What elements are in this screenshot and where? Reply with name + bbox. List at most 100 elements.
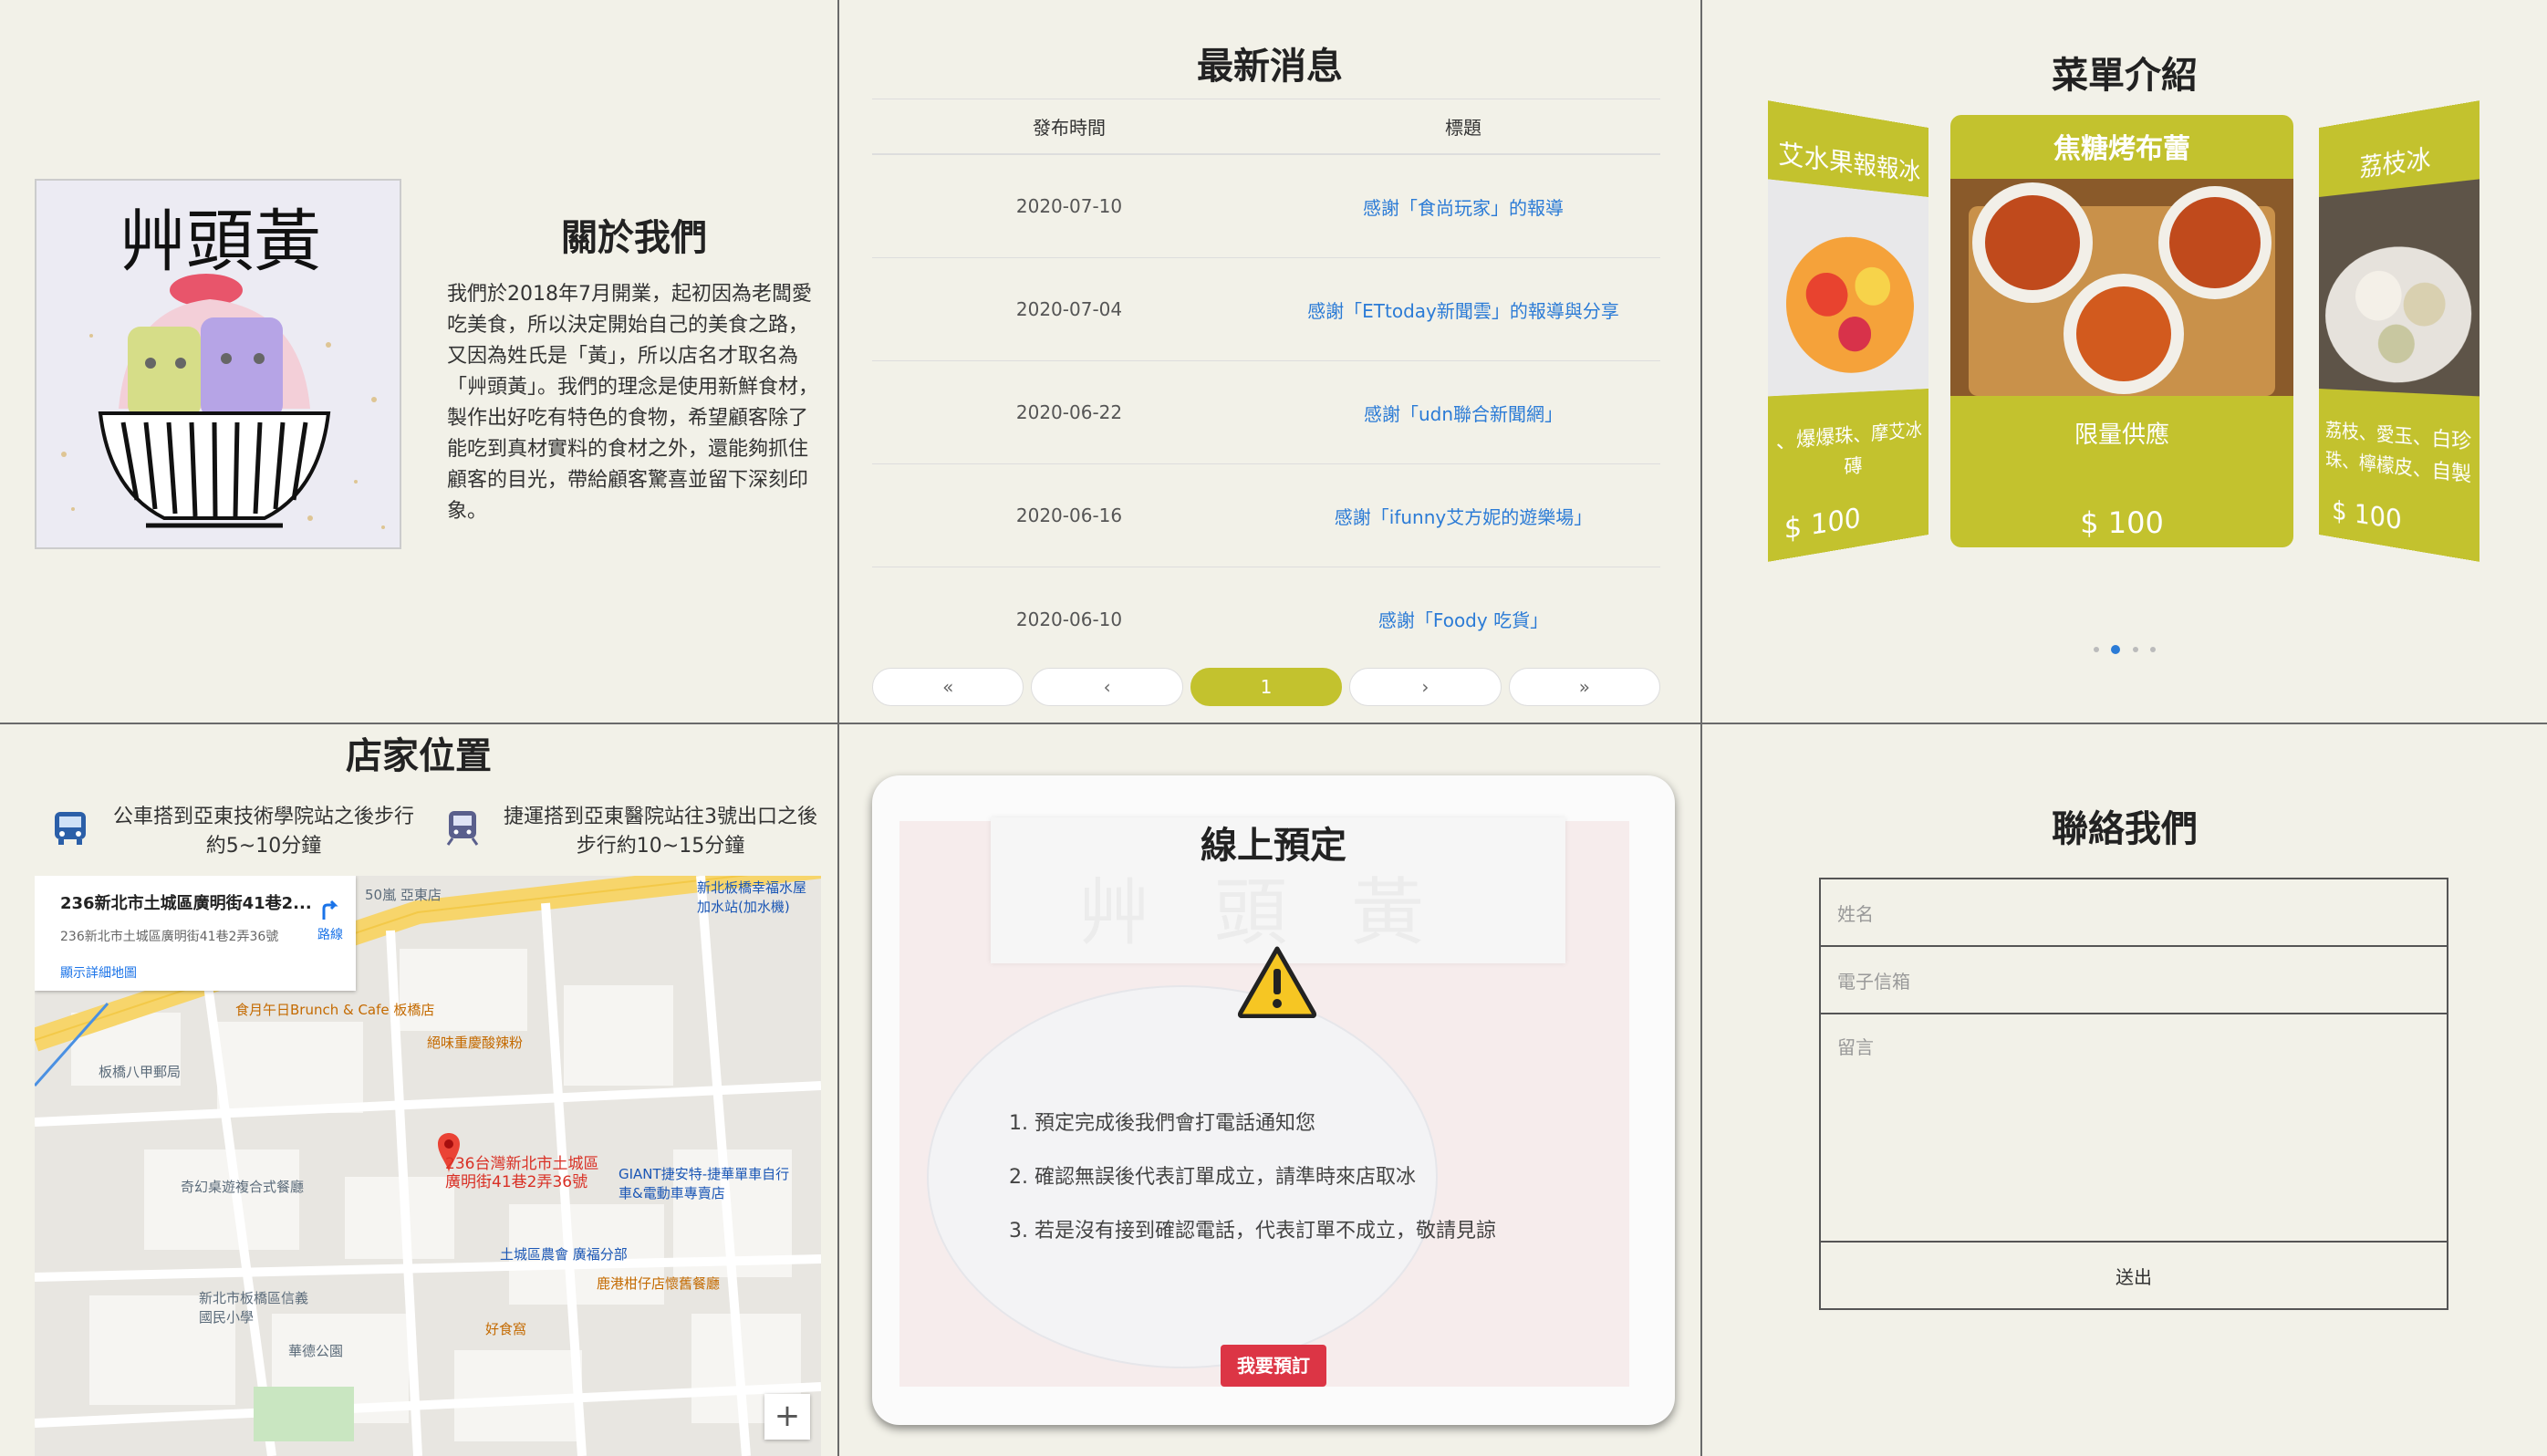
- contact-title: 聯絡我們: [2052, 808, 2198, 850]
- warning-icon: [1237, 946, 1317, 1018]
- map-poi-label: 新北市板橋區信義國民小學: [199, 1290, 309, 1326]
- contact-section: 聯絡我們 姓名 電子信箱 留言 送出: [1702, 724, 2547, 1456]
- menu-card-desc: 限量供應: [2074, 421, 2169, 449]
- booking-note: 3. 若是沒有接到確認電話，代表訂單不成立，敬請見諒: [1009, 1220, 1496, 1243]
- map-poi-label: 新北板橋幸福水屋加水站(加水機): [697, 879, 807, 915]
- directions-icon: [322, 900, 338, 920]
- news-section: 最新消息 發布時間 標題 2020-07-10 感謝「食尚玩家」的報導 2020…: [839, 0, 1700, 723]
- table-row: 2020-07-10 感謝「食尚玩家」的報導: [872, 155, 1660, 258]
- news-date: 2020-07-10: [1015, 195, 1123, 217]
- menu-title: 菜單介紹: [2052, 55, 2198, 97]
- map-card-larger-map-link[interactable]: 顯示詳細地圖: [60, 963, 330, 982]
- pagination: « ‹ 1 › »: [872, 668, 1661, 706]
- about-text: 我們於2018年7月開業，起初因為老闆愛吃美食，所以決定開始自己的美食之路，又因…: [447, 283, 819, 523]
- menu-card-active[interactable]: 焦糖烤布蕾 限量供應 $ 100: [1950, 115, 2293, 547]
- map-pin-label: 236台灣新北市土城區廣明街41巷2弄36號: [445, 1155, 599, 1191]
- news-date: 2020-06-22: [1015, 401, 1123, 423]
- booking-note: 2. 確認無誤後代表訂單成立，請準時來店取冰: [1009, 1166, 1416, 1189]
- menu-card-photo: [2319, 179, 2480, 397]
- pagination-first-button[interactable]: «: [872, 668, 1024, 706]
- menu-card-name: 荔枝冰: [2359, 144, 2431, 183]
- carousel-dot[interactable]: [2149, 647, 2156, 652]
- map-poi-label: 鹿港柑仔店懷舊餐廳: [597, 1275, 721, 1292]
- about-title: 關於我們: [561, 217, 707, 259]
- bus-icon: [55, 812, 86, 845]
- carousel-dot-active[interactable]: [2111, 645, 2121, 654]
- news-title-link[interactable]: 感謝「Foody 吃貨」: [1266, 606, 1660, 632]
- booking-section: 艸頭黃 線上預定 1. 預定完成後我們會打電話通知您 2. 確認無誤後代表訂單成…: [839, 724, 1700, 1456]
- map-directions-label: 路線: [317, 928, 343, 942]
- map-card-title: 236新北市土城區廣明街41巷2...: [60, 894, 312, 913]
- menu-card-price: $ 100: [1783, 502, 1861, 546]
- menu-card-desc: 、爆爆珠、摩艾冰磚: [1775, 418, 1922, 479]
- carousel-dot[interactable]: [2094, 647, 2100, 652]
- map-poi-label: 土城區農會 廣福分部: [500, 1246, 628, 1263]
- booking-card: 艸頭黃 線上預定 1. 預定完成後我們會打電話通知您 2. 確認無誤後代表訂單成…: [872, 775, 1675, 1425]
- pagination-prev-button[interactable]: ‹: [1031, 668, 1183, 706]
- menu-card-right[interactable]: 荔枝冰 荔枝、愛玉、白珍珠、檸檬皮、自製 $ 100: [2319, 100, 2480, 562]
- menu-card-photo: [1767, 179, 1928, 397]
- carousel-dot[interactable]: [2132, 647, 2138, 652]
- map-poi-label: 食月午日Brunch & Cafe 板橋店: [235, 1002, 435, 1018]
- map-card-address: 236新北市土城區廣明街41巷2弄36號: [60, 930, 279, 944]
- news-date: 2020-06-10: [1015, 608, 1123, 630]
- email-field[interactable]: 電子信箱: [1819, 945, 2448, 1014]
- map-poi-label: 50嵐 亞東店: [365, 887, 442, 903]
- menu-card-price: $ 100: [2332, 494, 2402, 536]
- name-field[interactable]: 姓名: [1819, 878, 2448, 947]
- map-poi-label: 板橋八甲郵局: [99, 1064, 182, 1080]
- svg-text:艸頭黃: 艸頭黃: [119, 203, 321, 281]
- menu-card-left[interactable]: 艾水果報報冰 、爆爆珠、摩艾冰磚 $ 100: [1767, 100, 1928, 562]
- submit-button[interactable]: 送出: [1819, 1241, 2448, 1310]
- menu-card-photo: [1950, 179, 2293, 396]
- news-table-header: 發布時間 標題: [872, 99, 1660, 155]
- book-now-button[interactable]: 我要預訂: [1221, 1345, 1326, 1387]
- booking-notes: 1. 預定完成後我們會打電話通知您 2. 確認無誤後代表訂單成立，請準時來店取冰…: [1009, 1097, 1496, 1258]
- map-info-card: 236新北市土城區廣明街41巷2... 236新北市土城區廣明街41巷2弄36號…: [35, 876, 356, 991]
- menu-card-name: 艾水果報報冰: [1778, 139, 1921, 187]
- map-directions-button[interactable]: 路線: [317, 898, 343, 943]
- mrt-directions: 捷運搭到亞東醫院站往3號出口之後步行約10~15分鐘: [443, 803, 825, 861]
- pagination-next-button[interactable]: ›: [1349, 668, 1502, 706]
- map-poi-label: GIANT捷安特-捷華單車自行車&電動車專賣店: [619, 1166, 790, 1201]
- news-title-link[interactable]: 感謝「ifunny艾方妮的遊樂場」: [1266, 503, 1660, 529]
- bus-directions-text: 公車搭到亞東技術學院站之後步行約5~10分鐘: [112, 806, 414, 858]
- table-row: 2020-06-22 感謝「udn聯合新聞網」: [872, 361, 1660, 464]
- table-row: 2020-06-16 感謝「ifunny艾方妮的遊樂場」: [872, 464, 1660, 567]
- news-date: 2020-07-04: [1015, 298, 1123, 320]
- news-table: 發布時間 標題 2020-07-10 感謝「食尚玩家」的報導 2020-07-0…: [872, 99, 1660, 671]
- pagination-page-button[interactable]: 1: [1190, 668, 1343, 706]
- booking-watermark: 艸頭黃: [1077, 870, 1488, 955]
- table-row: 2020-06-10 感謝「Foody 吃貨」: [872, 567, 1660, 671]
- booking-note: 1. 預定完成後我們會打電話通知您: [1009, 1112, 1315, 1135]
- map-poi-label: 絕味重慶酸辣粉: [427, 1035, 524, 1051]
- metro-icon: [446, 811, 479, 846]
- map-poi-label: 華德公園: [288, 1343, 344, 1359]
- menu-card-price: $ 100: [2080, 505, 2164, 540]
- news-title-link[interactable]: 感謝「udn聯合新聞網」: [1266, 400, 1660, 426]
- news-date: 2020-06-16: [1015, 504, 1123, 526]
- about-logo-image: 艸頭黃: [35, 179, 401, 549]
- column-header-title: 標題: [1445, 117, 1481, 139]
- bus-directions: 公車搭到亞東技術學院站之後步行約5~10分鐘: [51, 803, 423, 861]
- pagination-last-button[interactable]: »: [1508, 668, 1661, 706]
- map-poi-label: 好食窩: [485, 1321, 527, 1337]
- column-header-date: 發布時間: [1033, 117, 1106, 139]
- embedded-map[interactable]: 食月午日Brunch & Cafe 板橋店 絕味重慶酸辣粉 板橋八甲郵局 奇幻桌…: [35, 876, 821, 1456]
- menu-section: 菜單介紹 艾水果報報冰 、爆爆珠、摩艾冰磚 $ 100 焦糖烤布蕾 限量供應 $…: [1702, 0, 2547, 723]
- booking-title: 線上預定: [1201, 825, 1346, 867]
- location-title: 店家位置: [346, 735, 492, 777]
- carousel-indicators: [1702, 639, 2547, 656]
- about-section: 艸頭黃 關於我們 我們於2018年7月開業，起初因為老闆愛吃美食，所以決定開始自…: [0, 0, 837, 723]
- map-poi-label: 奇幻桌遊複合式餐廳: [181, 1179, 305, 1195]
- news-title-link[interactable]: 感謝「食尚玩家」的報導: [1266, 193, 1660, 220]
- map-zoom-in-button[interactable]: +: [764, 1394, 810, 1440]
- menu-card-desc: 荔枝、愛玉、白珍珠、檸檬皮、自製: [2325, 418, 2472, 487]
- message-field[interactable]: 留言: [1819, 1013, 2448, 1243]
- news-title-link[interactable]: 感謝「ETtoday新聞雲」的報導與分享: [1266, 296, 1660, 323]
- news-title: 最新消息: [1197, 46, 1343, 88]
- contact-form: 姓名 電子信箱 留言 送出: [1819, 878, 2448, 1310]
- mrt-directions-text: 捷運搭到亞東醫院站往3號出口之後步行約10~15分鐘: [504, 806, 817, 858]
- location-section: 店家位置 公車搭到亞東技術學院站之後步行約5~10分鐘 捷運搭到亞東醫院站往3號…: [0, 724, 837, 1456]
- menu-card-name: 焦糖烤布蕾: [2053, 133, 2190, 165]
